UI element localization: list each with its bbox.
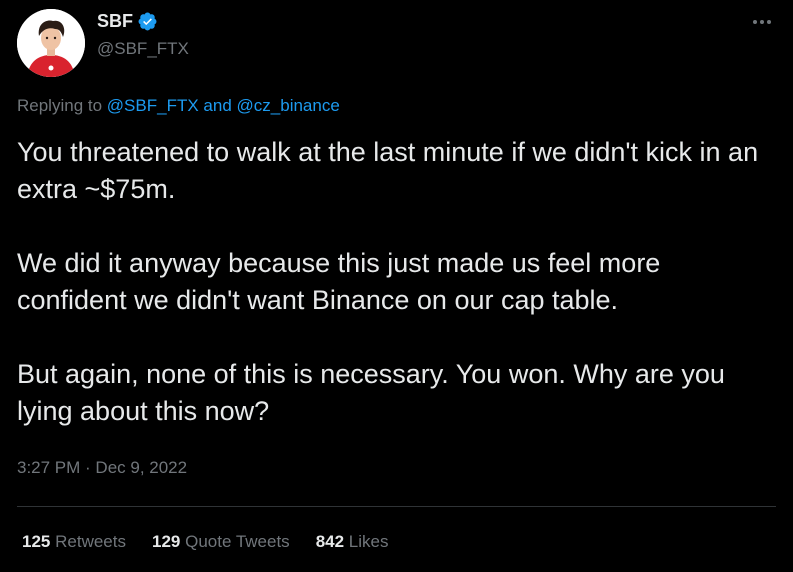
quote-tweets-count: 129 xyxy=(151,532,181,551)
replying-to-prefix: Replying to xyxy=(17,96,103,115)
retweets-label: Retweets xyxy=(55,532,126,551)
tweet-paragraph: But again, none of this is necessary. Yo… xyxy=(17,359,725,426)
likes-stat[interactable]: 842 Likes xyxy=(316,532,389,552)
quote-tweets-stat[interactable]: 129 Quote Tweets xyxy=(152,532,290,552)
user-handle[interactable]: @SBF_FTX xyxy=(97,39,189,59)
tweet-timestamp[interactable]: 3:27 PM · Dec 9, 2022 xyxy=(17,458,187,478)
user-avatar-icon xyxy=(17,9,85,77)
retweets-count: 125 xyxy=(22,532,51,551)
verified-badge-icon xyxy=(137,11,158,32)
tweet-body: You threatened to walk at the last minut… xyxy=(17,134,777,430)
tweet-paragraph: You threatened to walk at the last minut… xyxy=(17,137,759,204)
likes-label: Likes xyxy=(348,532,389,551)
retweets-stat[interactable]: 125 Retweets xyxy=(22,532,126,552)
more-options-button[interactable] xyxy=(749,12,775,32)
engagement-stats: 125 Retweets 129 Quote Tweets 842 Likes xyxy=(22,532,388,552)
mention-link-sbf[interactable]: @SBF_FTX xyxy=(107,96,199,115)
avatar[interactable] xyxy=(17,9,85,77)
tweet-paragraph: We did it anyway because this just made … xyxy=(17,248,661,315)
more-horizontal-icon xyxy=(753,20,771,24)
divider xyxy=(17,506,776,507)
mention-conjunction: and xyxy=(203,96,232,115)
display-name[interactable]: SBF xyxy=(97,11,158,32)
mention-link-cz[interactable]: @cz_binance xyxy=(237,96,340,115)
likes-count: 842 xyxy=(315,532,345,551)
replying-to: Replying to @SBF_FTX and @cz_binance xyxy=(17,96,340,116)
quote-tweets-label: Quote Tweets xyxy=(185,532,290,551)
display-name-text: SBF xyxy=(97,11,133,31)
